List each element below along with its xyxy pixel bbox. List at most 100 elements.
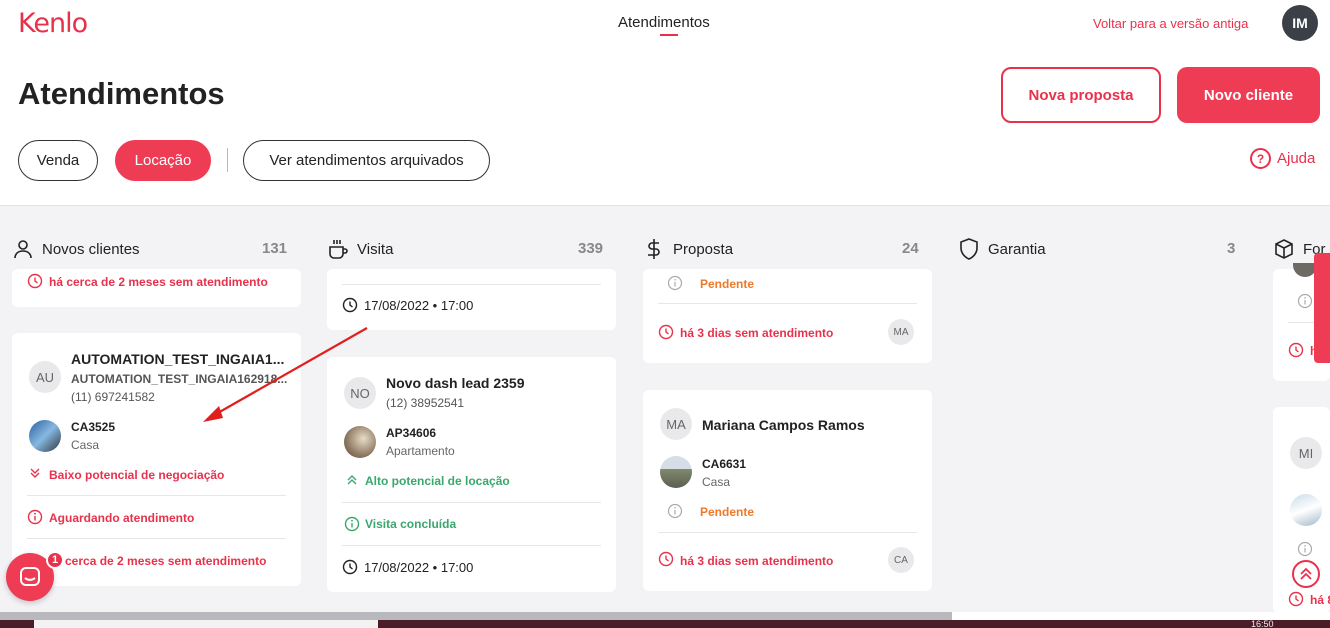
pending-text: Pendente: [700, 277, 755, 291]
proposal-card[interactable]: MA Mariana Campos Ramos CA6631 Casa Pend…: [643, 390, 932, 591]
page-title: Atendimentos: [18, 76, 225, 111]
chat-notification-badge: 1: [46, 551, 64, 569]
new-client-button[interactable]: Novo cliente: [1177, 67, 1320, 123]
potential-text: Alto potencial de locação: [365, 474, 510, 488]
side-feedback-tab[interactable]: [1314, 253, 1330, 363]
taskbar-clock: 16:50: [1251, 619, 1274, 628]
column-title: Proposta: [673, 240, 734, 258]
proposal-card[interactable]: Pendente há 3 dias sem atendimento MA: [643, 269, 932, 363]
help-icon: ?: [1250, 148, 1271, 169]
property-type: Apartamento: [386, 444, 455, 458]
box-icon: [1273, 238, 1295, 260]
agent-avatar: CA: [888, 547, 914, 573]
double-chevron-up-icon: [1300, 567, 1312, 580]
info-icon: [344, 516, 360, 532]
clock-icon: [658, 324, 674, 340]
visit-datetime: 17/08/2022 • 17:00: [364, 560, 474, 575]
clock-icon: [1288, 342, 1304, 358]
double-chevron-up-icon: [347, 475, 357, 485]
nav-atendimentos[interactable]: Atendimentos: [618, 14, 710, 36]
visit-card[interactable]: 17/08/2022 • 17:00: [327, 269, 616, 330]
divider: [342, 502, 601, 503]
client-name: Mariana Campos Ramos: [702, 417, 865, 433]
board-horizontal-scrollbar[interactable]: [0, 612, 952, 620]
divider: [342, 545, 601, 546]
new-proposal-button[interactable]: Nova proposta: [1001, 67, 1161, 123]
filter-locacao[interactable]: Locação: [115, 140, 211, 181]
pending-text: Pendente: [700, 505, 755, 519]
column-visita: Visita: [327, 236, 393, 262]
column-title: Novos clientes: [42, 240, 140, 258]
status-text: há 8: [1310, 593, 1330, 607]
help-label: Ajuda: [1277, 150, 1316, 167]
info-icon: [1297, 541, 1313, 557]
info-icon: [667, 503, 683, 519]
agent-avatar: MA: [888, 319, 914, 345]
status-text: há 3 dias sem atendimento: [680, 326, 834, 340]
scroll-top-button[interactable]: [1292, 560, 1320, 588]
info-icon: [27, 509, 43, 525]
column-novos-clientes: Novos clientes: [12, 236, 140, 262]
column-count: 3: [1227, 240, 1236, 257]
column-count: 24: [902, 240, 919, 257]
info-icon: [1297, 293, 1313, 309]
client-phone: (11) 697241582: [71, 390, 155, 404]
column-proposta: Proposta: [643, 236, 733, 262]
property-type: Casa: [702, 475, 731, 489]
divider: [27, 495, 286, 496]
column-title: Garantia: [988, 240, 1046, 258]
archived-button[interactable]: Ver atendimentos arquivados: [243, 140, 490, 181]
property-thumbnail: [344, 426, 376, 458]
property-thumbnail: [660, 456, 692, 488]
help-link[interactable]: ? Ajuda: [1250, 148, 1315, 169]
visit-status: Visita concluída: [365, 517, 457, 531]
client-name: Novo dash lead 2359: [386, 375, 525, 391]
filter-separator: [227, 148, 228, 172]
divider: [658, 532, 917, 533]
property-thumbnail: [1290, 494, 1322, 526]
column-title: Visita: [357, 240, 394, 258]
visit-datetime: 17/08/2022 • 17:00: [364, 298, 474, 313]
status-text: cerca de 2 meses sem atendimento: [65, 554, 267, 568]
info-icon: [667, 275, 683, 291]
divider: [27, 538, 286, 539]
chat-icon: [20, 567, 40, 586]
top-bar: Kenlo Atendimentos Voltar para a versão …: [0, 0, 1330, 48]
clock-icon: [27, 273, 43, 289]
column-count: 131: [262, 240, 288, 257]
user-avatar[interactable]: IM: [1282, 5, 1318, 41]
coffee-cup-icon: [327, 238, 349, 260]
double-chevron-down-icon: [30, 468, 40, 478]
client-initials: AU: [29, 361, 61, 393]
old-version-link[interactable]: Voltar para a versão antiga: [1093, 16, 1248, 31]
property-type: Casa: [71, 438, 100, 452]
divider: [342, 284, 601, 285]
client-phone: (12) 38952541: [386, 396, 465, 410]
nav-atendimentos-label: Atendimentos: [618, 14, 710, 31]
person-icon: [12, 238, 34, 260]
divider: [658, 303, 917, 304]
potential-text: Baixo potencial de negociação: [49, 468, 225, 482]
filter-venda[interactable]: Venda: [18, 140, 98, 181]
client-initials: MI: [1290, 437, 1322, 469]
kenlo-logo[interactable]: Kenlo: [18, 8, 88, 39]
column-garantia: Garantia: [958, 236, 1046, 262]
clock-icon: [342, 559, 358, 575]
clock-icon: [342, 297, 358, 313]
clock-icon: [658, 551, 674, 567]
nav-active-indicator: [660, 34, 678, 36]
property-code: AP34606: [386, 426, 437, 440]
waiting-text: Aguardando atendimento: [49, 511, 195, 525]
client-initials: MA: [660, 408, 692, 440]
property-code: CA6631: [702, 457, 747, 471]
property-code: CA3525: [71, 420, 116, 434]
clock-icon: [1288, 591, 1304, 607]
shield-icon: [958, 238, 980, 260]
status-text: há 3 dias sem atendimento: [680, 554, 834, 568]
column-count: 339: [578, 240, 604, 257]
os-taskbar: 16:50: [0, 620, 1330, 628]
client-card[interactable]: há cerca de 2 meses sem atendimento: [12, 269, 301, 307]
annotation-arrow: [203, 327, 368, 422]
property-thumbnail: [29, 420, 61, 452]
taskbar-search-field[interactable]: [34, 620, 378, 628]
